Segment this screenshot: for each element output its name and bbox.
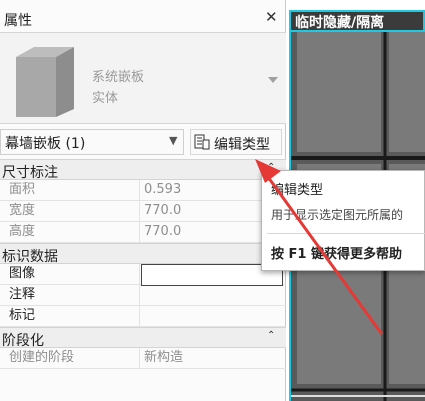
- edit-type-tooltip: 编辑类型 用于显示选定图元所属的 按 F1 键获得更多帮助: [261, 170, 425, 271]
- property-key: 标记: [0, 306, 140, 327]
- property-key: 注释: [0, 285, 140, 306]
- tooltip-help: 按 F1 键获得更多帮助: [271, 247, 402, 262]
- edit-type-label: 编辑类型: [214, 137, 270, 153]
- properties-palette: 属性 ✕ 系统嵌板 实体 幕墙嵌板 (1) ▼ 编辑类型 尺寸标注 ⌃ 面积 0…: [0, 0, 286, 401]
- properties-header: 属性 ✕: [0, 8, 286, 30]
- tooltip-title: 编辑类型: [271, 183, 324, 198]
- type-family: 实体: [92, 91, 119, 106]
- group-label: 尺寸标注: [2, 165, 58, 181]
- property-key: 宽度: [0, 201, 140, 222]
- collapse-icon[interactable]: ⌃: [267, 330, 275, 341]
- panel-3d-icon: [16, 47, 74, 117]
- group-identity-data[interactable]: 标识数据: [0, 243, 286, 265]
- group-label: 阶段化: [2, 333, 44, 349]
- view-banner-title: 临时隐藏/隔离: [295, 15, 385, 31]
- properties-grid: 尺寸标注 ⌃ 面积 0.593 宽度 770.0 高度 770.0 标识数据 图…: [0, 159, 286, 369]
- property-key: 高度: [0, 222, 140, 243]
- properties-title: 属性: [4, 13, 32, 29]
- edit-type-icon: [194, 134, 210, 150]
- property-row-height: 高度 770.0: [0, 222, 286, 243]
- property-row-width: 宽度 770.0: [0, 201, 286, 222]
- property-row-comments[interactable]: 注释: [0, 285, 286, 306]
- group-label: 标识数据: [2, 249, 58, 265]
- chevron-down-icon: ▼: [169, 134, 178, 147]
- comments-value-field[interactable]: [141, 285, 283, 306]
- property-row-phase-created: 创建的阶段 新构造: [0, 348, 286, 369]
- property-row-area: 面积 0.593: [0, 180, 286, 201]
- temporary-hide-isolate-banner: 临时隐藏/隔离: [289, 10, 425, 32]
- instance-filter-label: 幕墙嵌板 (1): [5, 136, 86, 152]
- property-key: 面积: [0, 180, 140, 201]
- type-selector[interactable]: 系统嵌板 实体: [0, 32, 286, 124]
- property-row-image[interactable]: 图像: [0, 264, 286, 286]
- group-dimensions[interactable]: 尺寸标注 ⌃: [0, 159, 286, 181]
- mark-value-field[interactable]: [141, 306, 283, 327]
- instance-bar: 幕墙嵌板 (1) ▼ 编辑类型: [0, 127, 286, 157]
- close-icon[interactable]: ✕: [265, 8, 278, 26]
- group-phasing[interactable]: 阶段化 ⌃: [0, 327, 286, 349]
- edit-type-button[interactable]: 编辑类型: [190, 129, 282, 155]
- property-key: 图像: [0, 264, 140, 285]
- property-value: 新构造: [144, 350, 184, 365]
- property-row-mark[interactable]: 标记: [0, 306, 286, 327]
- property-key: 创建的阶段: [0, 348, 140, 369]
- instance-filter-select[interactable]: 幕墙嵌板 (1) ▼: [0, 129, 184, 155]
- tooltip-divider: [267, 233, 425, 234]
- dropdown-arrow-icon[interactable]: [268, 77, 278, 83]
- tooltip-description: 用于显示选定图元所属的: [271, 208, 404, 222]
- type-name: 系统嵌板: [92, 70, 145, 85]
